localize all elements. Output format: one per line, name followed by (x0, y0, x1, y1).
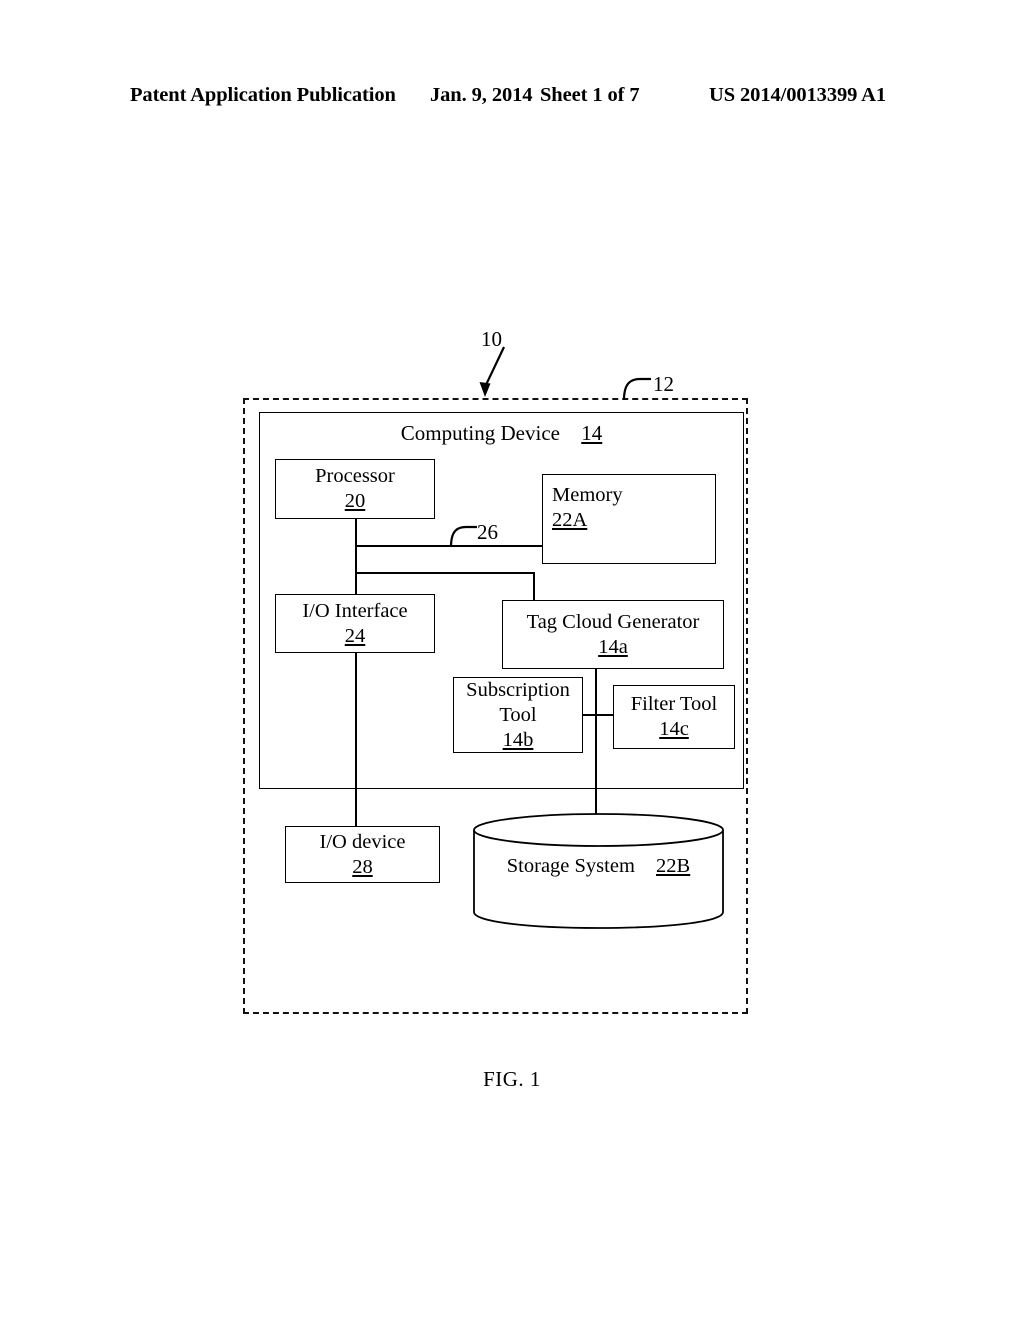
leader-line-12-hook (622, 374, 662, 409)
filter-tool-label: Filter Tool (630, 693, 718, 715)
leader-line-10-arrow (466, 345, 526, 406)
processor-label: Processor (315, 465, 395, 487)
subscription-tool-ref: 14b (502, 728, 534, 751)
subscription-tool-label-line2: Tool (499, 703, 537, 726)
tag-cloud-generator-ref: 14a (598, 635, 628, 658)
subscription-tool-label-line1: Subscription (466, 678, 570, 701)
patent-figure-page: Patent Application Publication Jan. 9, 2… (0, 0, 1024, 1320)
io-device-ref: 28 (352, 855, 373, 878)
computing-device-ref: 14 (581, 421, 603, 445)
storage-system-label: Storage System (506, 855, 635, 877)
io-device-label: I/O device (319, 830, 406, 853)
storage-system-ref: 22B (656, 855, 691, 877)
io-device-box: I/O device 28 (285, 826, 440, 883)
processor-ref: 20 (344, 490, 366, 512)
io-interface-ref: 24 (344, 624, 366, 647)
memory-ref: 22A (552, 509, 588, 531)
connector-tag-cloud-to-storage (595, 668, 597, 831)
connector-io-interface-to-io-device (355, 652, 357, 827)
computing-device-label: Computing Device (400, 421, 560, 445)
memory-label: Memory (552, 484, 623, 506)
connector-subscription-to-filter (583, 714, 614, 716)
tag-cloud-generator-label: Tag Cloud Generator (526, 610, 700, 633)
subscription-tool-box: Subscription Tool 14b (453, 677, 583, 753)
leader-line-26-hook (449, 522, 485, 555)
connector-bus-to-tag-cloud-vertical (533, 572, 535, 602)
storage-system-label-group: Storage System 22B (472, 855, 725, 878)
filter-tool-box: Filter Tool 14c (613, 685, 735, 749)
computing-device-title: Computing Device 14 (259, 421, 744, 446)
figure-caption: FIG. 1 (483, 1067, 541, 1091)
connector-bus-to-tag-cloud-horizontal (355, 572, 535, 574)
io-interface-label: I/O Interface (302, 599, 408, 622)
processor-box: Processor 20 (275, 459, 435, 519)
memory-box: Memory 22A (542, 474, 716, 564)
tag-cloud-generator-box: Tag Cloud Generator 14a (502, 600, 724, 669)
figure-1-diagram: 10 12 Computing Device 14 26 Processor 2… (0, 0, 1024, 1320)
filter-tool-ref: 14c (659, 718, 689, 740)
io-interface-box: I/O Interface 24 (275, 594, 435, 653)
